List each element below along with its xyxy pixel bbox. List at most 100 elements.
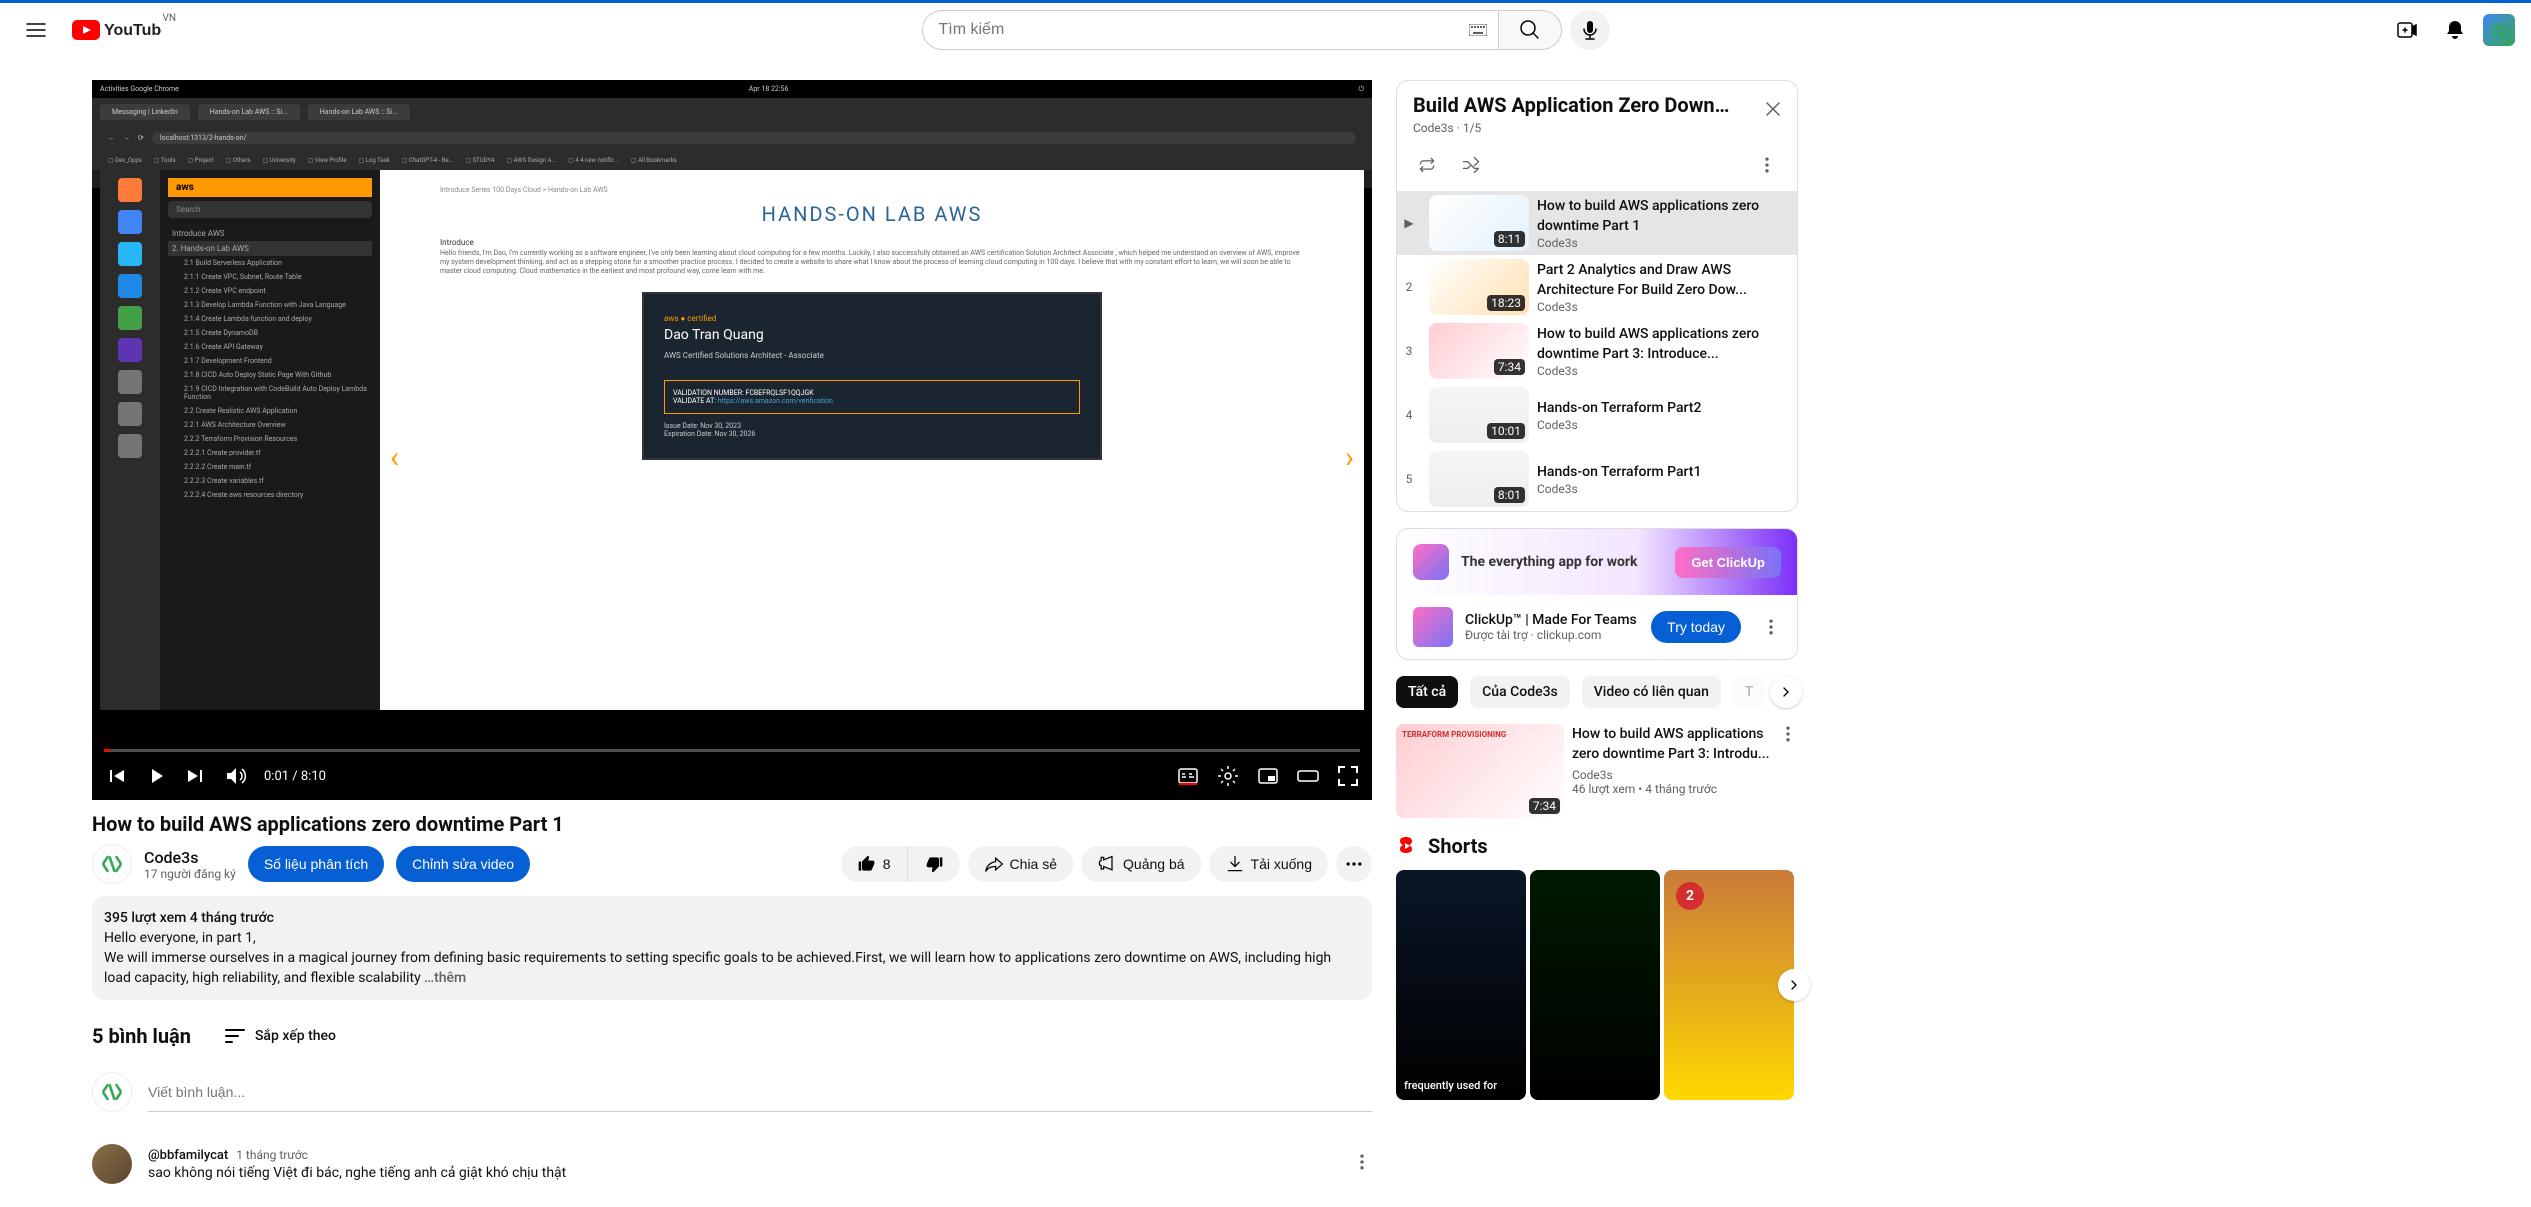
description-more[interactable]: …thêm xyxy=(424,970,466,986)
cert-validate-at-label: VALIDATE AT: xyxy=(673,397,716,405)
playlist-index: ▶ xyxy=(1397,216,1421,230)
guide-menu-button[interactable] xyxy=(16,10,56,50)
comment-author[interactable]: @bbfamilycat xyxy=(148,1148,228,1163)
playlist-item-info: Hands-on Terraform Part2 Code3s xyxy=(1537,398,1789,432)
voice-search-button[interactable] xyxy=(1570,10,1610,50)
related-video-item[interactable]: TERRAFORM PROVISIONING 7:34 How to build… xyxy=(1396,724,1798,818)
nav-subitem: 2.2 Create Realistic AWS Application xyxy=(168,404,372,418)
miniplayer-button[interactable] xyxy=(1256,764,1280,788)
code3s-avatar-icon xyxy=(2489,20,2509,40)
share-button[interactable]: Chia sẻ xyxy=(968,846,1073,882)
ad-banner[interactable]: The everything app for work Get ClickUp xyxy=(1397,529,1797,595)
notifications-button[interactable] xyxy=(2435,10,2475,50)
edit-video-button[interactable]: Chỉnh sửa video xyxy=(396,846,530,882)
playlist-menu-button[interactable] xyxy=(1749,147,1785,183)
playlist-close-button[interactable] xyxy=(1761,97,1785,121)
settings-button[interactable] xyxy=(1216,764,1240,788)
previous-button[interactable] xyxy=(104,764,128,788)
bookmark-item: ▢ Log Task xyxy=(359,157,390,164)
promote-label: Quảng bá xyxy=(1123,856,1185,872)
playlist-item[interactable]: 2 18:23 Part 2 Analytics and Draw AWS Ar… xyxy=(1397,255,1797,319)
theater-icon xyxy=(1296,764,1320,788)
playlist-item[interactable]: 5 8:01 Hands-on Terraform Part1 Code3s xyxy=(1397,447,1797,511)
bookmark-item: ▢ 4 4 new notific... xyxy=(568,157,619,164)
comment-input[interactable] xyxy=(148,1072,1372,1112)
bookmark-item: ▢ Tools xyxy=(154,157,176,164)
filter-chip-all[interactable]: Tất cả xyxy=(1396,676,1458,708)
ad-cta-button[interactable]: Try today xyxy=(1651,611,1741,643)
nav-subitem: 2.2.2.1 Create provider.tf xyxy=(168,446,372,460)
dislike-button[interactable] xyxy=(908,846,960,882)
miniplayer-icon xyxy=(1256,764,1280,788)
channel-avatar[interactable] xyxy=(92,844,132,884)
search-icon xyxy=(1518,18,1542,42)
account-avatar[interactable] xyxy=(2483,14,2515,46)
video-player[interactable]: Activities Google Chrome Apr 18 22:56 ⏻ … xyxy=(92,80,1372,800)
captions-button[interactable] xyxy=(1176,764,1200,788)
description-header: 395 lượt xem 4 tháng trước xyxy=(104,908,1360,928)
related-menu-button[interactable] xyxy=(1778,724,1798,744)
chevron-right-icon xyxy=(1778,684,1794,700)
promote-button[interactable]: Quảng bá xyxy=(1081,846,1201,882)
playlist-item-title: Part 2 Analytics and Draw AWS Architectu… xyxy=(1537,260,1789,300)
shuffle-icon xyxy=(1461,155,1481,175)
channel-name[interactable]: Code3s xyxy=(144,848,236,867)
sidebar-app-icon xyxy=(118,402,142,426)
my-avatar[interactable] xyxy=(92,1072,132,1112)
description-box[interactable]: 395 lượt xem 4 tháng trước Hello everyon… xyxy=(92,896,1372,1000)
create-button[interactable] xyxy=(2387,10,2427,50)
more-actions-button[interactable] xyxy=(1336,846,1372,882)
bookmark-item: ▢ Project xyxy=(188,157,214,164)
youtube-logo[interactable]: YouTube VN xyxy=(72,20,162,40)
shorts-next-button[interactable] xyxy=(1778,969,1810,1001)
cert-expire-date: Expiration Date: Nov 30, 2026 xyxy=(664,430,1080,438)
shorts-item[interactable] xyxy=(1530,870,1660,1100)
shuffle-button[interactable] xyxy=(1453,147,1489,183)
volume-button[interactable] xyxy=(224,764,248,788)
next-button[interactable] xyxy=(184,764,208,788)
related-title: How to build AWS applications zero downt… xyxy=(1572,724,1774,764)
bookmark-item: ▢ All Bookmarks xyxy=(631,157,677,164)
search-button[interactable] xyxy=(1498,10,1562,50)
video-actions: 8 Chia sẻ Quảng bá Tải xuống xyxy=(841,846,1372,882)
more-vertical-icon xyxy=(1778,724,1798,744)
filter-chip-from-channel[interactable]: Của Code3s xyxy=(1470,676,1570,708)
comment-user-avatar[interactable] xyxy=(92,1144,132,1184)
filter-chip-partial[interactable]: T xyxy=(1733,676,1766,708)
play-button[interactable] xyxy=(144,764,168,788)
playlist-index: 3 xyxy=(1397,344,1421,358)
svg-text:YouTube: YouTube xyxy=(104,22,162,39)
download-button[interactable]: Tải xuống xyxy=(1209,846,1328,882)
loop-button[interactable] xyxy=(1409,147,1445,183)
comment-menu-button[interactable] xyxy=(1352,1152,1372,1172)
sort-button[interactable]: Sắp xếp theo xyxy=(223,1024,336,1048)
playlist-item[interactable]: 3 7:34 How to build AWS applications zer… xyxy=(1397,319,1797,383)
playlist-duration: 10:01 xyxy=(1487,423,1525,439)
bookmark-item: ▢ Dev_Opps xyxy=(108,157,142,164)
theater-button[interactable] xyxy=(1296,764,1320,788)
chips-next-button[interactable] xyxy=(1770,676,1802,708)
playlist-channel[interactable]: Code3s xyxy=(1413,121,1454,135)
player-page-nav: aws Search Introduce AWS 2. Hands-on Lab… xyxy=(160,170,380,710)
filter-chip-related[interactable]: Video có liên quan xyxy=(1582,676,1721,708)
sidebar-app-icon xyxy=(118,242,142,266)
share-label: Chia sẻ xyxy=(1010,856,1057,872)
ad-title[interactable]: ClickUp™ | Made For Teams xyxy=(1465,612,1639,628)
like-button[interactable]: 8 xyxy=(841,846,908,882)
shorts-item[interactable]: 2 xyxy=(1664,870,1794,1100)
analytics-button[interactable]: Số liệu phân tích xyxy=(248,846,384,882)
ad-banner-button[interactable]: Get ClickUp xyxy=(1675,547,1781,578)
sidebar-app-icon xyxy=(118,178,142,202)
url-text: localhost:1313/2-hands-on/ xyxy=(152,132,1356,144)
playlist-item[interactable]: 4 10:01 Hands-on Terraform Part2 Code3s xyxy=(1397,383,1797,447)
search-input[interactable] xyxy=(922,10,1458,50)
fullscreen-button[interactable] xyxy=(1336,764,1360,788)
browser-tab: Hands-on Lab AWS :: Si... xyxy=(308,104,410,120)
bookmark-item: ▢ STUDY4 xyxy=(465,157,494,164)
like-dislike-group: 8 xyxy=(841,846,960,882)
playlist-item[interactable]: ▶ 8:11 How to build AWS applications zer… xyxy=(1397,191,1797,255)
ad-menu-button[interactable] xyxy=(1761,617,1781,637)
shorts-item[interactable]: frequently used for xyxy=(1396,870,1526,1100)
virtual-keyboard-button[interactable] xyxy=(1458,10,1498,50)
sidebar-app-icon xyxy=(118,370,142,394)
